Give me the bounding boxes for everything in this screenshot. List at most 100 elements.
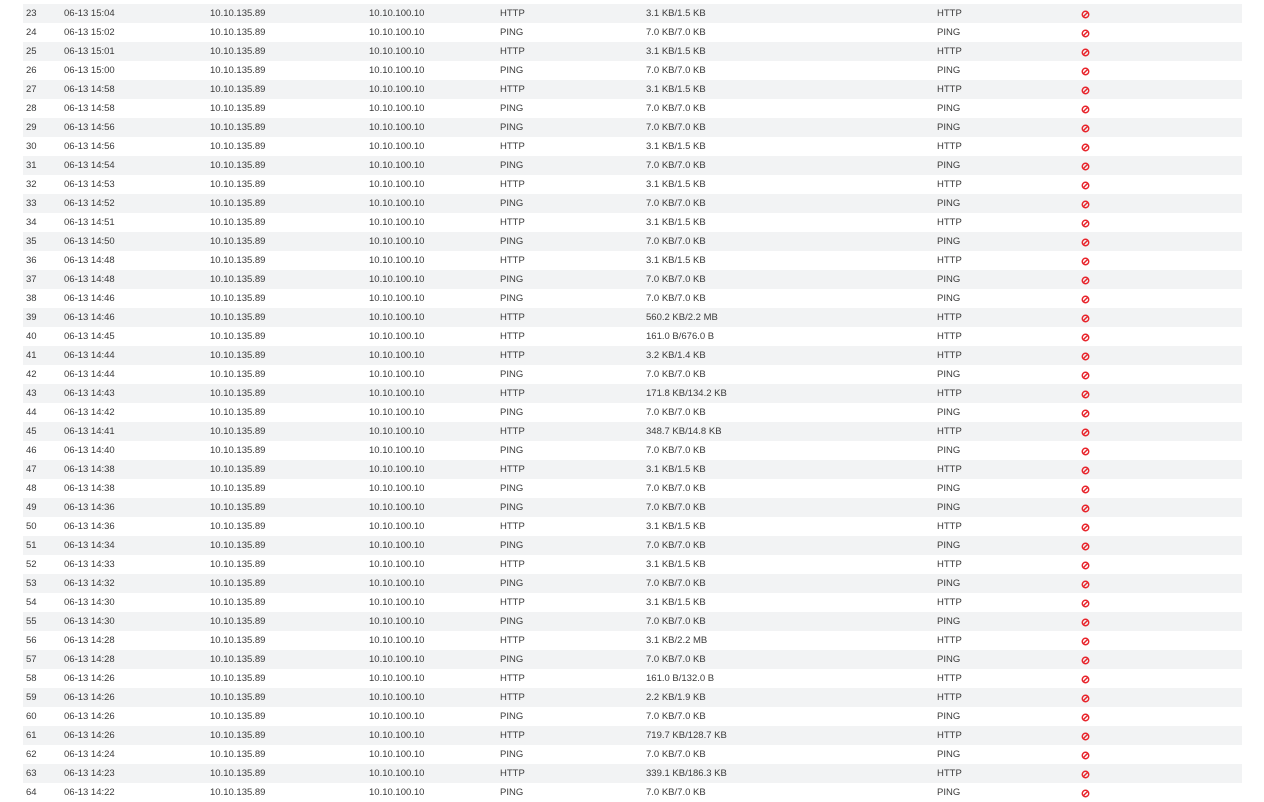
table-row[interactable]: 46 06-13 14:40 10.10.135.89 10.10.100.10… [23, 441, 1242, 460]
blocked-icon[interactable] [1081, 675, 1090, 684]
row-application: PING [937, 236, 961, 247]
blocked-icon[interactable] [1081, 637, 1090, 646]
blocked-icon-graphic [1081, 713, 1090, 722]
table-row[interactable]: 50 06-13 14:36 10.10.135.89 10.10.100.10… [23, 517, 1242, 536]
blocked-icon[interactable] [1081, 732, 1090, 741]
blocked-icon[interactable] [1081, 599, 1090, 608]
blocked-icon[interactable] [1081, 656, 1090, 665]
row-time: 06-13 14:26 [64, 730, 115, 741]
blocked-icon[interactable] [1081, 48, 1090, 57]
table-row[interactable]: 58 06-13 14:26 10.10.135.89 10.10.100.10… [23, 669, 1242, 688]
blocked-icon[interactable] [1081, 523, 1090, 532]
table-row[interactable]: 29 06-13 14:56 10.10.135.89 10.10.100.10… [23, 118, 1242, 137]
blocked-icon[interactable] [1081, 485, 1090, 494]
table-row[interactable]: 62 06-13 14:24 10.10.135.89 10.10.100.10… [23, 745, 1242, 764]
blocked-icon[interactable] [1081, 390, 1090, 399]
table-row[interactable]: 48 06-13 14:38 10.10.135.89 10.10.100.10… [23, 479, 1242, 498]
blocked-icon[interactable] [1081, 751, 1090, 760]
row-destination-ip: 10.10.100.10 [369, 768, 425, 779]
table-row[interactable]: 43 06-13 14:43 10.10.135.89 10.10.100.10… [23, 384, 1242, 403]
blocked-icon[interactable] [1081, 29, 1090, 38]
table-row[interactable]: 26 06-13 15:00 10.10.135.89 10.10.100.10… [23, 61, 1242, 80]
blocked-icon[interactable] [1081, 219, 1090, 228]
table-row[interactable]: 64 06-13 14:22 10.10.135.89 10.10.100.10… [23, 783, 1242, 802]
table-row[interactable]: 54 06-13 14:30 10.10.135.89 10.10.100.10… [23, 593, 1242, 612]
table-row[interactable]: 53 06-13 14:32 10.10.135.89 10.10.100.10… [23, 574, 1242, 593]
blocked-icon[interactable] [1081, 238, 1090, 247]
row-application: PING [937, 502, 961, 513]
table-row[interactable]: 38 06-13 14:46 10.10.135.89 10.10.100.10… [23, 289, 1242, 308]
blocked-icon[interactable] [1081, 333, 1090, 342]
row-destination-ip: 10.10.100.10 [369, 236, 425, 247]
table-row[interactable]: 55 06-13 14:30 10.10.135.89 10.10.100.10… [23, 612, 1242, 631]
table-row[interactable]: 57 06-13 14:28 10.10.135.89 10.10.100.10… [23, 650, 1242, 669]
blocked-icon[interactable] [1081, 105, 1090, 114]
table-row[interactable]: 36 06-13 14:48 10.10.135.89 10.10.100.10… [23, 251, 1242, 270]
table-row[interactable]: 30 06-13 14:56 10.10.135.89 10.10.100.10… [23, 137, 1242, 156]
blocked-icon[interactable] [1081, 713, 1090, 722]
blocked-icon[interactable] [1081, 86, 1090, 95]
table-row[interactable]: 27 06-13 14:58 10.10.135.89 10.10.100.10… [23, 80, 1242, 99]
blocked-icon[interactable] [1081, 124, 1090, 133]
row-application: PING [937, 65, 961, 76]
blocked-icon[interactable] [1081, 257, 1090, 266]
table-row[interactable]: 39 06-13 14:46 10.10.135.89 10.10.100.10… [23, 308, 1242, 327]
table-row[interactable]: 52 06-13 14:33 10.10.135.89 10.10.100.10… [23, 555, 1242, 574]
table-row[interactable]: 34 06-13 14:51 10.10.135.89 10.10.100.10… [23, 213, 1242, 232]
table-row[interactable]: 25 06-13 15:01 10.10.135.89 10.10.100.10… [23, 42, 1242, 61]
table-row[interactable]: 33 06-13 14:52 10.10.135.89 10.10.100.10… [23, 194, 1242, 213]
blocked-icon-graphic [1081, 428, 1090, 437]
table-row[interactable]: 47 06-13 14:38 10.10.135.89 10.10.100.10… [23, 460, 1242, 479]
table-row[interactable]: 37 06-13 14:48 10.10.135.89 10.10.100.10… [23, 270, 1242, 289]
table-row[interactable]: 63 06-13 14:23 10.10.135.89 10.10.100.10… [23, 764, 1242, 783]
blocked-icon[interactable] [1081, 770, 1090, 779]
table-row[interactable]: 32 06-13 14:53 10.10.135.89 10.10.100.10… [23, 175, 1242, 194]
row-index: 56 [26, 635, 37, 646]
blocked-icon[interactable] [1081, 200, 1090, 209]
table-row[interactable]: 51 06-13 14:34 10.10.135.89 10.10.100.10… [23, 536, 1242, 555]
blocked-icon[interactable] [1081, 295, 1090, 304]
blocked-icon[interactable] [1081, 143, 1090, 152]
table-row[interactable]: 35 06-13 14:50 10.10.135.89 10.10.100.10… [23, 232, 1242, 251]
table-row[interactable]: 23 06-13 15:04 10.10.135.89 10.10.100.10… [23, 4, 1242, 23]
blocked-icon[interactable] [1081, 428, 1090, 437]
blocked-icon[interactable] [1081, 447, 1090, 456]
blocked-icon[interactable] [1081, 352, 1090, 361]
table-row[interactable]: 60 06-13 14:26 10.10.135.89 10.10.100.10… [23, 707, 1242, 726]
blocked-icon[interactable] [1081, 409, 1090, 418]
table-row[interactable]: 45 06-13 14:41 10.10.135.89 10.10.100.10… [23, 422, 1242, 441]
blocked-icon[interactable] [1081, 504, 1090, 513]
blocked-icon[interactable] [1081, 561, 1090, 570]
table-row[interactable]: 56 06-13 14:28 10.10.135.89 10.10.100.10… [23, 631, 1242, 650]
blocked-icon[interactable] [1081, 618, 1090, 627]
blocked-icon[interactable] [1081, 67, 1090, 76]
row-destination-ip: 10.10.100.10 [369, 540, 425, 551]
row-protocol: HTTP [500, 179, 525, 190]
table-row[interactable]: 28 06-13 14:58 10.10.135.89 10.10.100.10… [23, 99, 1242, 118]
blocked-icon[interactable] [1081, 371, 1090, 380]
row-source-ip: 10.10.135.89 [210, 103, 266, 114]
table-row[interactable]: 59 06-13 14:26 10.10.135.89 10.10.100.10… [23, 688, 1242, 707]
blocked-icon[interactable] [1081, 10, 1090, 19]
blocked-icon[interactable] [1081, 580, 1090, 589]
blocked-icon[interactable] [1081, 789, 1090, 798]
row-destination-ip: 10.10.100.10 [369, 483, 425, 494]
blocked-icon[interactable] [1081, 162, 1090, 171]
blocked-icon[interactable] [1081, 466, 1090, 475]
table-row[interactable]: 61 06-13 14:26 10.10.135.89 10.10.100.10… [23, 726, 1242, 745]
blocked-icon[interactable] [1081, 694, 1090, 703]
table-row[interactable]: 44 06-13 14:42 10.10.135.89 10.10.100.10… [23, 403, 1242, 422]
row-source-ip: 10.10.135.89 [210, 141, 266, 152]
blocked-icon[interactable] [1081, 542, 1090, 551]
table-row[interactable]: 40 06-13 14:45 10.10.135.89 10.10.100.10… [23, 327, 1242, 346]
blocked-icon[interactable] [1081, 181, 1090, 190]
table-row[interactable]: 41 06-13 14:44 10.10.135.89 10.10.100.10… [23, 346, 1242, 365]
row-bytes: 161.0 B/132.0 B [646, 673, 715, 684]
table-row[interactable]: 31 06-13 14:54 10.10.135.89 10.10.100.10… [23, 156, 1242, 175]
table-row[interactable]: 24 06-13 15:02 10.10.135.89 10.10.100.10… [23, 23, 1242, 42]
row-protocol: PING [500, 654, 524, 665]
table-row[interactable]: 42 06-13 14:44 10.10.135.89 10.10.100.10… [23, 365, 1242, 384]
table-row[interactable]: 49 06-13 14:36 10.10.135.89 10.10.100.10… [23, 498, 1242, 517]
blocked-icon[interactable] [1081, 314, 1090, 323]
blocked-icon[interactable] [1081, 276, 1090, 285]
